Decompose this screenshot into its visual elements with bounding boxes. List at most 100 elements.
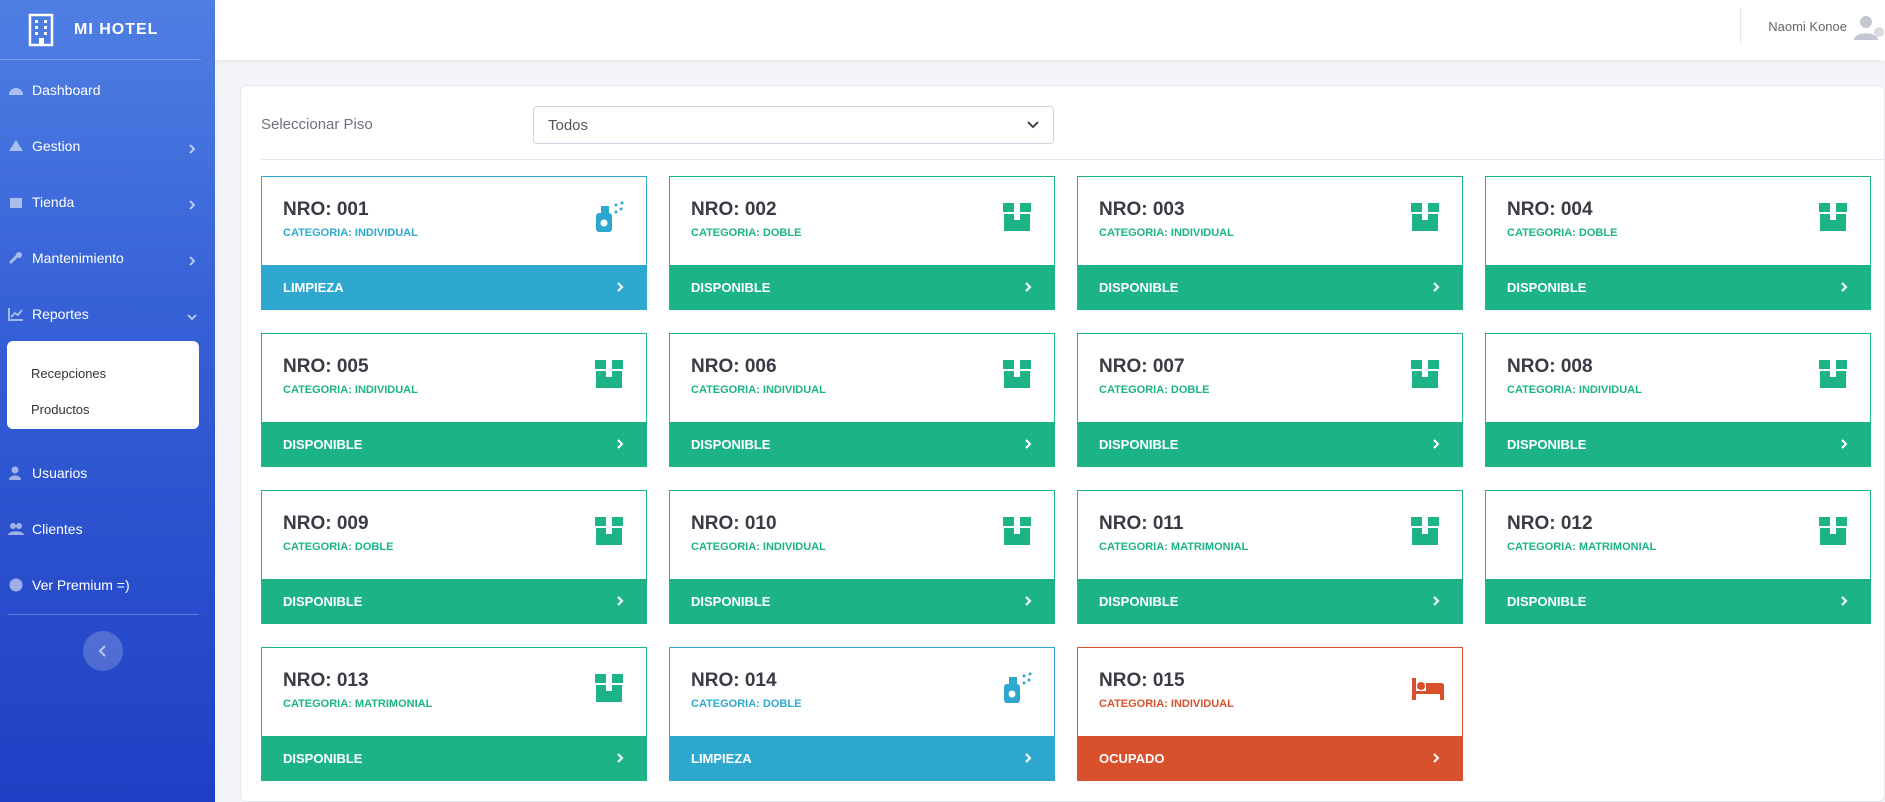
- room-card[interactable]: NRO: 007 CATEGORIA: DOBLE DISPONIBLE: [1077, 333, 1463, 467]
- sidebar-item-usuarios[interactable]: Usuarios: [0, 445, 215, 501]
- gestion-icon: [8, 139, 24, 153]
- sidebar-item-gestion[interactable]: Gestion: [0, 118, 215, 174]
- bed-icon: [1408, 672, 1445, 704]
- room-status: DISPONIBLE: [1507, 593, 1587, 609]
- room-card[interactable]: NRO: 006 CATEGORIA: INDIVIDUAL DISPONIBLE: [669, 333, 1055, 467]
- room-status-bar[interactable]: DISPONIBLE: [262, 579, 646, 623]
- submenu-item-productos[interactable]: Productos: [31, 391, 199, 427]
- room-status-bar[interactable]: DISPONIBLE: [1486, 422, 1870, 466]
- building-icon: [28, 13, 54, 46]
- room-status-bar[interactable]: DISPONIBLE: [1078, 579, 1462, 623]
- user-name[interactable]: Naomi Konoe: [1768, 19, 1847, 34]
- room-category: CATEGORIA: INDIVIDUAL: [691, 384, 826, 396]
- room-card[interactable]: NRO: 014 CATEGORIA: DOBLE LIMPIEZA: [669, 647, 1055, 781]
- room-status: DISPONIBLE: [1507, 436, 1587, 452]
- sidebar-item-clientes[interactable]: Clientes: [0, 501, 215, 557]
- box-icon: [1816, 201, 1850, 233]
- room-card[interactable]: NRO: 013 CATEGORIA: MATRIMONIAL DISPONIBLE: [261, 647, 647, 781]
- sidebar: MI HOTEL Dashboard Gestion Tienda Mantenimi…: [0, 0, 215, 802]
- room-status-bar[interactable]: DISPONIBLE: [1078, 422, 1462, 466]
- room-status-bar[interactable]: DISPONIBLE: [1078, 265, 1462, 309]
- room-card[interactable]: NRO: 002 CATEGORIA: DOBLE DISPONIBLE: [669, 176, 1055, 310]
- room-status: OCUPADO: [1099, 750, 1165, 766]
- brand-name: MI HOTEL: [74, 20, 159, 38]
- room-category: CATEGORIA: INDIVIDUAL: [1099, 698, 1234, 710]
- room-status: LIMPIEZA: [691, 750, 752, 766]
- sidebar-item-label: Ver Premium =): [32, 577, 130, 593]
- sidebar-item-dashboard[interactable]: Dashboard: [0, 62, 215, 118]
- room-category: CATEGORIA: INDIVIDUAL: [1099, 227, 1234, 239]
- room-card[interactable]: NRO: 001 CATEGORIA: INDIVIDUAL LIMPIEZA: [261, 176, 647, 310]
- room-status-bar[interactable]: DISPONIBLE: [1486, 579, 1870, 623]
- chevron-right-icon: [187, 141, 197, 154]
- chevron-right-icon: [616, 438, 624, 450]
- room-category: CATEGORIA: INDIVIDUAL: [283, 227, 418, 239]
- sidebar-item-label: Tienda: [32, 194, 75, 210]
- topbar: Naomi Konoe: [215, 0, 1885, 60]
- room-number: NRO: 014: [691, 670, 777, 691]
- room-category: CATEGORIA: DOBLE: [1507, 227, 1618, 239]
- chevron-right-icon: [616, 595, 624, 607]
- room-status: DISPONIBLE: [283, 436, 363, 452]
- rooms-panel: Seleccionar Piso Todos NRO: 001 CATEGORIA…: [240, 85, 1885, 802]
- room-status: LIMPIEZA: [283, 279, 344, 295]
- store-icon: [8, 195, 24, 209]
- box-icon: [1816, 515, 1850, 547]
- room-category: CATEGORIA: MATRIMONIAL: [1099, 541, 1249, 553]
- room-status-bar[interactable]: LIMPIEZA: [262, 265, 646, 309]
- room-card[interactable]: NRO: 012 CATEGORIA: MATRIMONIAL DISPONIBLE: [1485, 490, 1871, 624]
- room-card[interactable]: NRO: 003 CATEGORIA: INDIVIDUAL DISPONIBLE: [1077, 176, 1463, 310]
- chevron-right-icon: [1840, 438, 1848, 450]
- room-card[interactable]: NRO: 004 CATEGORIA: DOBLE DISPONIBLE: [1485, 176, 1871, 310]
- room-status-bar[interactable]: DISPONIBLE: [670, 422, 1054, 466]
- sidebar-item-label: Reportes: [32, 306, 89, 322]
- room-category: CATEGORIA: MATRIMONIAL: [1507, 541, 1657, 553]
- room-card[interactable]: NRO: 008 CATEGORIA: INDIVIDUAL DISPONIBLE: [1485, 333, 1871, 467]
- sidebar-item-reportes[interactable]: Reportes: [0, 286, 215, 342]
- user-circle-icon: [8, 578, 24, 592]
- room-number: NRO: 008: [1507, 356, 1593, 377]
- box-icon: [1000, 358, 1034, 390]
- room-number: NRO: 005: [283, 356, 369, 377]
- room-category: CATEGORIA: DOBLE: [691, 227, 802, 239]
- room-card[interactable]: NRO: 011 CATEGORIA: MATRIMONIAL DISPONIBLE: [1077, 490, 1463, 624]
- room-category: CATEGORIA: INDIVIDUAL: [283, 384, 418, 396]
- room-status-bar[interactable]: LIMPIEZA: [670, 736, 1054, 780]
- sidebar-divider: [8, 614, 199, 615]
- room-number: NRO: 001: [283, 199, 369, 220]
- room-status: DISPONIBLE: [1099, 279, 1179, 295]
- room-number: NRO: 011: [1099, 513, 1184, 534]
- room-status: DISPONIBLE: [283, 750, 363, 766]
- floor-select-label: Seleccionar Piso: [261, 116, 373, 133]
- submenu-item-recepciones[interactable]: Recepciones: [31, 355, 199, 391]
- room-status-bar[interactable]: DISPONIBLE: [1486, 265, 1870, 309]
- room-category: CATEGORIA: DOBLE: [691, 698, 802, 710]
- box-icon: [1000, 201, 1034, 233]
- room-status-bar[interactable]: OCUPADO: [1078, 736, 1462, 780]
- floor-select[interactable]: Todos: [533, 106, 1054, 144]
- room-status-bar[interactable]: DISPONIBLE: [262, 736, 646, 780]
- room-category: CATEGORIA: MATRIMONIAL: [283, 698, 433, 710]
- chevron-right-icon: [187, 197, 197, 210]
- room-status-bar[interactable]: DISPONIBLE: [670, 265, 1054, 309]
- sidebar-item-ver-premium[interactable]: Ver Premium =): [0, 557, 215, 613]
- room-card[interactable]: NRO: 009 CATEGORIA: DOBLE DISPONIBLE: [261, 490, 647, 624]
- reportes-submenu: Recepciones Productos: [7, 341, 199, 429]
- users-icon: [8, 522, 24, 536]
- box-icon: [592, 358, 626, 390]
- chart-icon: [8, 307, 24, 321]
- room-status: DISPONIBLE: [691, 593, 771, 609]
- sidebar-item-tienda[interactable]: Tienda: [0, 174, 215, 230]
- chevron-right-icon: [1024, 595, 1032, 607]
- user-avatar-icon[interactable]: [1853, 14, 1885, 40]
- room-card[interactable]: NRO: 005 CATEGORIA: INDIVIDUAL DISPONIBLE: [261, 333, 647, 467]
- brand[interactable]: MI HOTEL: [0, 0, 201, 60]
- room-status-bar[interactable]: DISPONIBLE: [262, 422, 646, 466]
- room-card[interactable]: NRO: 010 CATEGORIA: INDIVIDUAL DISPONIBLE: [669, 490, 1055, 624]
- room-card[interactable]: NRO: 015 CATEGORIA: INDIVIDUAL OCUPADO: [1077, 647, 1463, 781]
- sidebar-item-mantenimiento[interactable]: Mantenimiento: [0, 230, 215, 286]
- room-category: CATEGORIA: DOBLE: [1099, 384, 1210, 396]
- room-status-bar[interactable]: DISPONIBLE: [670, 579, 1054, 623]
- box-icon: [1816, 358, 1850, 390]
- sidebar-collapse-button[interactable]: [83, 631, 123, 671]
